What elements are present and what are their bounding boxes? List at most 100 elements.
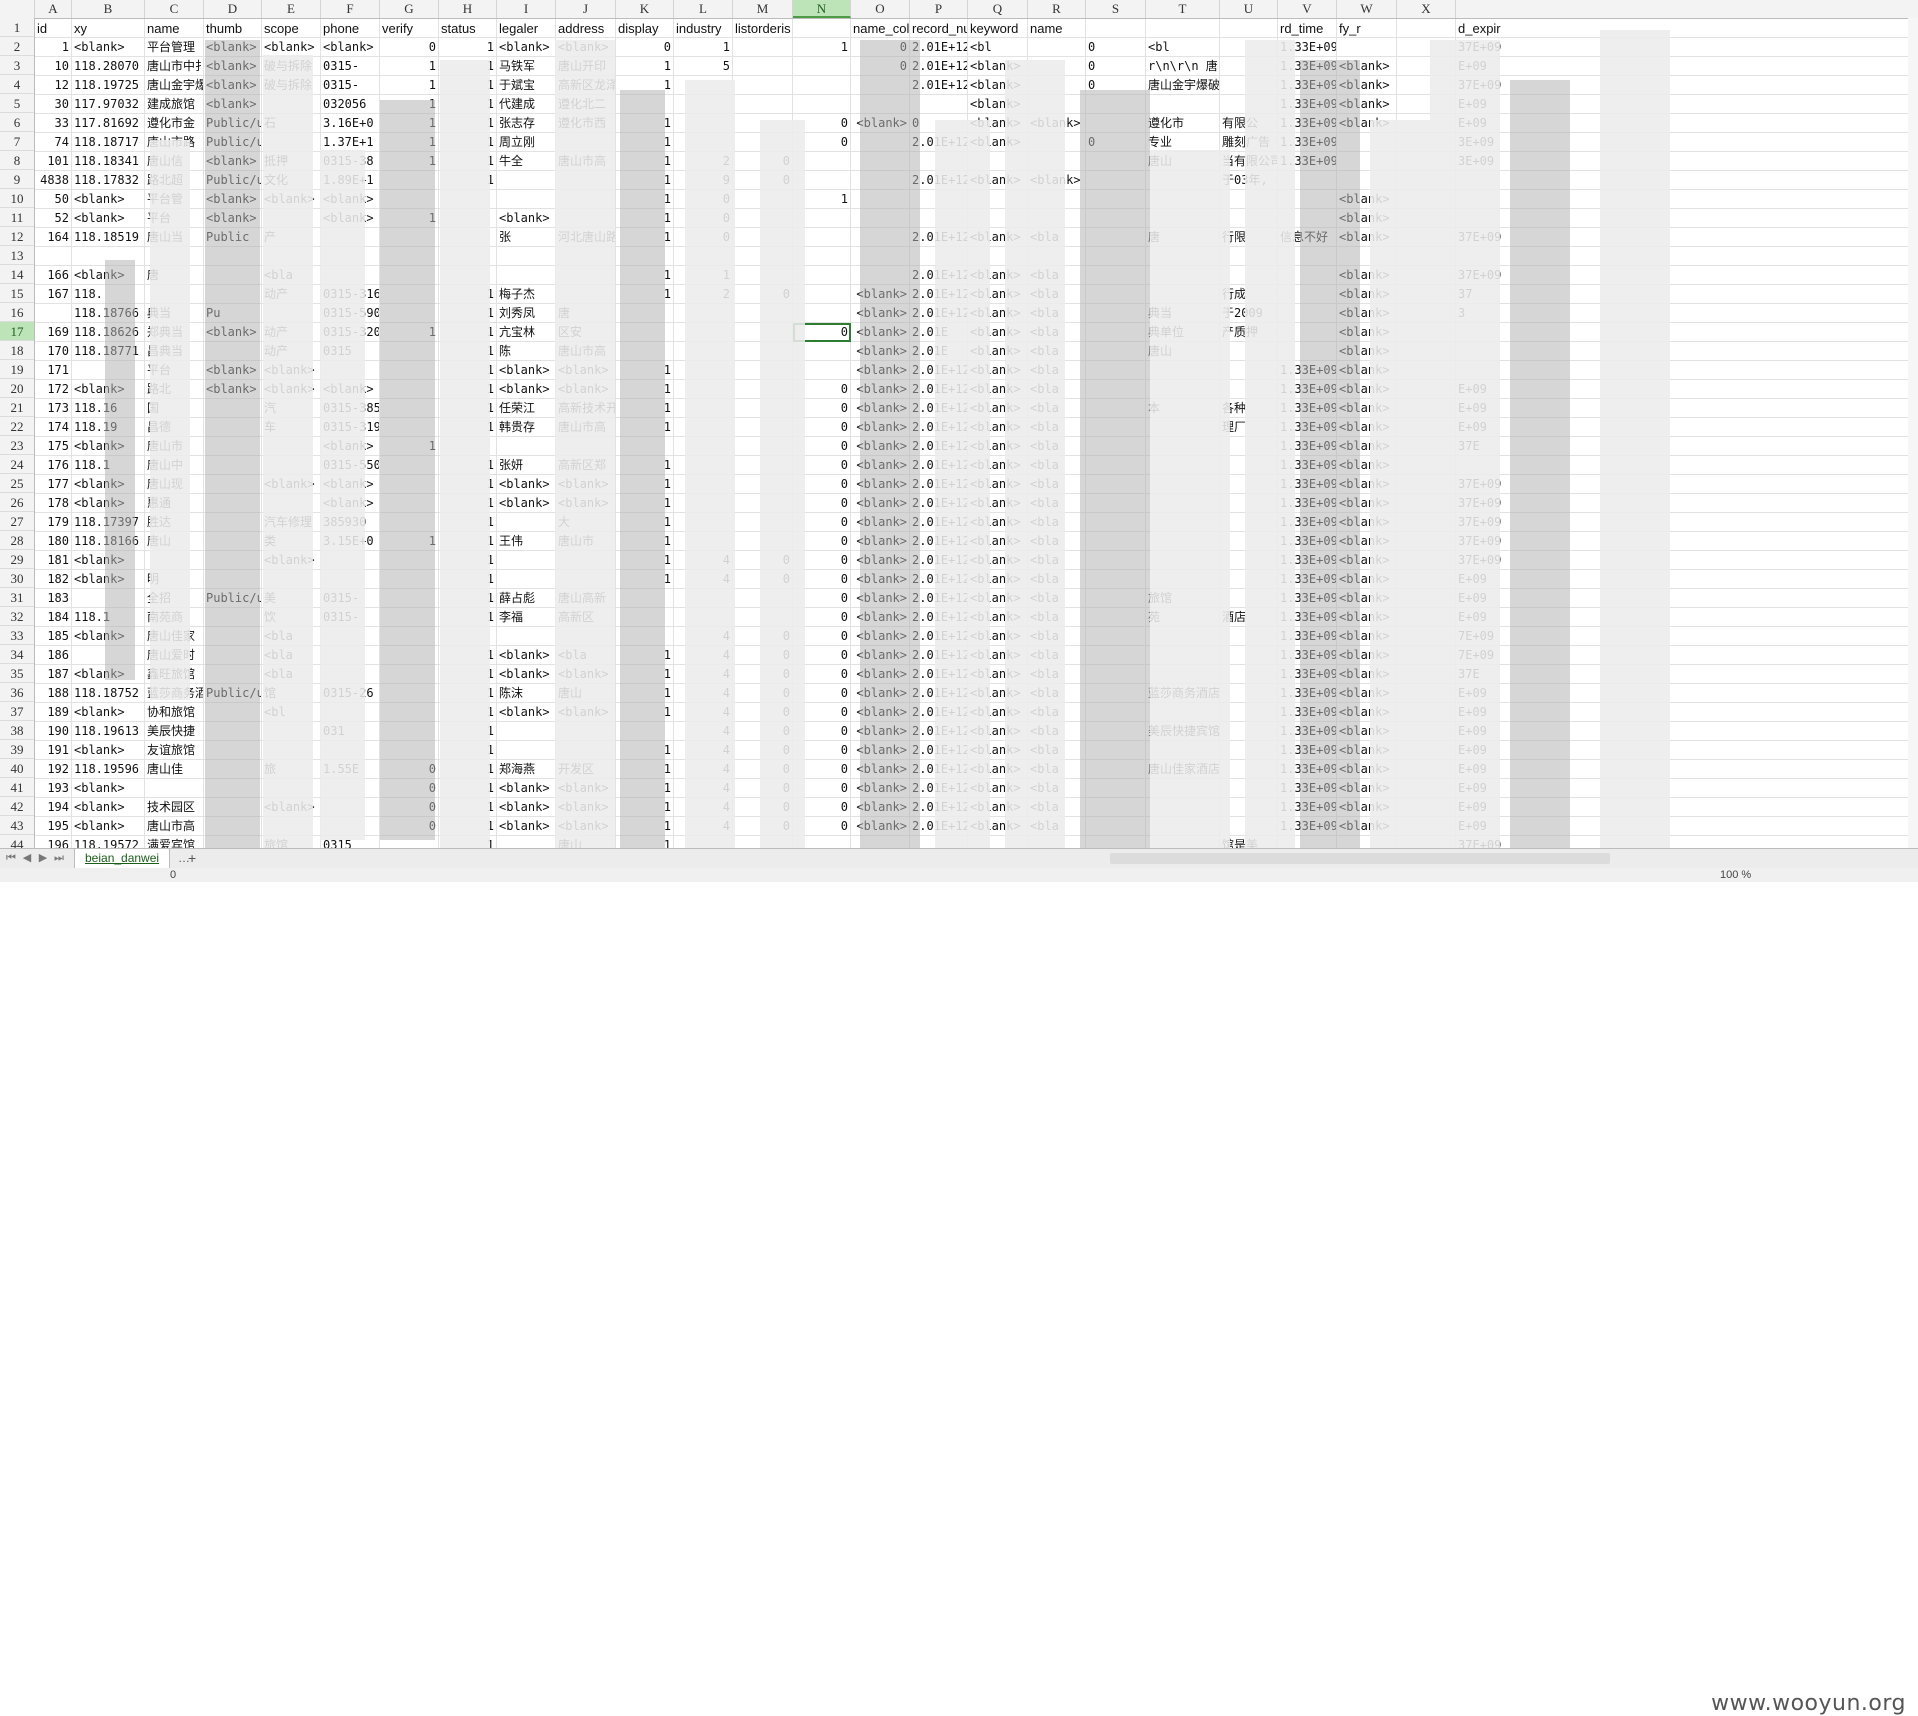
column-header-l[interactable]: L [674, 0, 733, 18]
cell[interactable]: 建成旅馆 [145, 95, 204, 114]
cell[interactable]: 遵化市 [1146, 114, 1220, 133]
column-header-m[interactable]: M [733, 0, 793, 18]
cell[interactable]: 118.19613 [72, 722, 145, 741]
column-header-h[interactable]: H [439, 0, 497, 18]
row-header-22[interactable]: 22 [0, 417, 34, 436]
cell[interactable]: 0 [1086, 38, 1146, 57]
cell[interactable]: 1 [439, 38, 497, 57]
column-header-j[interactable]: J [556, 0, 616, 18]
cell[interactable]: 186 [35, 646, 72, 665]
select-all-corner[interactable] [0, 0, 35, 18]
cell[interactable]: 1 [674, 38, 733, 57]
column-header-u[interactable]: U [1220, 0, 1278, 18]
cell[interactable]: 0315- [321, 76, 380, 95]
cell[interactable] [733, 57, 793, 76]
cell[interactable]: 173 [35, 399, 72, 418]
row-header-18[interactable]: 18 [0, 341, 34, 360]
cell[interactable]: record_nu [910, 19, 968, 38]
cell[interactable]: 180 [35, 532, 72, 551]
cell[interactable]: 118.19725 [72, 76, 145, 95]
cell[interactable] [1397, 19, 1456, 38]
cell[interactable]: 192 [35, 760, 72, 779]
column-header-i[interactable]: I [497, 0, 556, 18]
row-header-6[interactable]: 6 [0, 113, 34, 132]
cell[interactable] [793, 76, 851, 95]
cell[interactable]: 4838 [35, 171, 72, 190]
cell[interactable]: 183 [35, 589, 72, 608]
cell[interactable]: 195 [35, 817, 72, 836]
cell[interactable]: 118.28070 [72, 57, 145, 76]
cell[interactable] [497, 836, 556, 848]
cell[interactable]: 亢宝林 [497, 323, 556, 342]
row-header-16[interactable]: 16 [0, 303, 34, 322]
cell[interactable]: 唐山金宇爆 [145, 76, 204, 95]
column-header-w[interactable]: W [1337, 0, 1397, 18]
row-header-10[interactable]: 10 [0, 189, 34, 208]
row-header-30[interactable]: 30 [0, 569, 34, 588]
cell[interactable]: 1 [380, 76, 439, 95]
cell[interactable]: 188 [35, 684, 72, 703]
cell[interactable]: 118.18717 [72, 133, 145, 152]
column-header-a[interactable]: A [35, 0, 72, 18]
cell[interactable]: 任荣江 [497, 399, 556, 418]
cell[interactable]: 陈 [497, 342, 556, 361]
row-header-23[interactable]: 23 [0, 436, 34, 455]
cell[interactable]: 196 [35, 836, 72, 848]
cell[interactable]: display [616, 19, 674, 38]
cell[interactable]: 193 [35, 779, 72, 798]
cell[interactable] [1337, 38, 1397, 57]
cell[interactable]: 王伟 [497, 532, 556, 551]
cell[interactable]: <blank> [72, 741, 145, 760]
cell[interactable]: <blank> [72, 798, 145, 817]
row-header-17[interactable]: 17 [0, 322, 34, 341]
column-header-g[interactable]: G [380, 0, 439, 18]
prev-sheet-button[interactable]: ◀ [20, 851, 34, 866]
vertical-scrollbar[interactable] [1908, 18, 1918, 848]
cell[interactable]: 牛全 [497, 152, 556, 171]
cell[interactable]: 185 [35, 627, 72, 646]
row-header-14[interactable]: 14 [0, 265, 34, 284]
column-header-k[interactable]: K [616, 0, 674, 18]
cell[interactable]: 118.18519 [72, 228, 145, 247]
cell[interactable] [1220, 19, 1278, 38]
cell[interactable]: 韩贵存 [497, 418, 556, 437]
cell[interactable]: 唐山市高 [145, 817, 204, 836]
cell[interactable]: 190 [35, 722, 72, 741]
cell[interactable]: industry [674, 19, 733, 38]
cell[interactable]: 0 [380, 38, 439, 57]
sheet-tab-beian-danwei[interactable]: beian_danwei [74, 849, 171, 869]
cell[interactable]: 176 [35, 456, 72, 475]
row-header-36[interactable]: 36 [0, 683, 34, 702]
cell[interactable] [497, 627, 556, 646]
cell[interactable]: 179 [35, 513, 72, 532]
cell[interactable]: <blank> [497, 38, 556, 57]
column-header-f[interactable]: F [321, 0, 380, 18]
cell[interactable]: 178 [35, 494, 72, 513]
cell[interactable]: 101 [35, 152, 72, 171]
cell[interactable]: 12 [35, 76, 72, 95]
cell[interactable]: keyword [968, 19, 1028, 38]
cell[interactable]: verify [380, 19, 439, 38]
cell[interactable]: 118.17832 [72, 171, 145, 190]
row-header-33[interactable]: 33 [0, 626, 34, 645]
cell[interactable]: <blank> [497, 494, 556, 513]
cell[interactable]: 33 [35, 114, 72, 133]
cell[interactable]: 118.19596 [72, 760, 145, 779]
row-header-40[interactable]: 40 [0, 759, 34, 778]
cell[interactable]: 张 [497, 228, 556, 247]
column-header-b[interactable]: B [72, 0, 145, 18]
row-header-24[interactable]: 24 [0, 455, 34, 474]
horizontal-scrollbar[interactable] [1110, 853, 1610, 864]
row-header-37[interactable]: 37 [0, 702, 34, 721]
cell[interactable] [497, 570, 556, 589]
row-header-8[interactable]: 8 [0, 151, 34, 170]
row-header-28[interactable]: 28 [0, 531, 34, 550]
row-header-11[interactable]: 11 [0, 208, 34, 227]
cell[interactable] [35, 247, 72, 266]
cell[interactable]: <blank> [497, 817, 556, 836]
cell[interactable]: 187 [35, 665, 72, 684]
cell[interactable] [145, 779, 204, 798]
cell[interactable]: address [556, 19, 616, 38]
row-header-29[interactable]: 29 [0, 550, 34, 569]
cell[interactable]: 74 [35, 133, 72, 152]
